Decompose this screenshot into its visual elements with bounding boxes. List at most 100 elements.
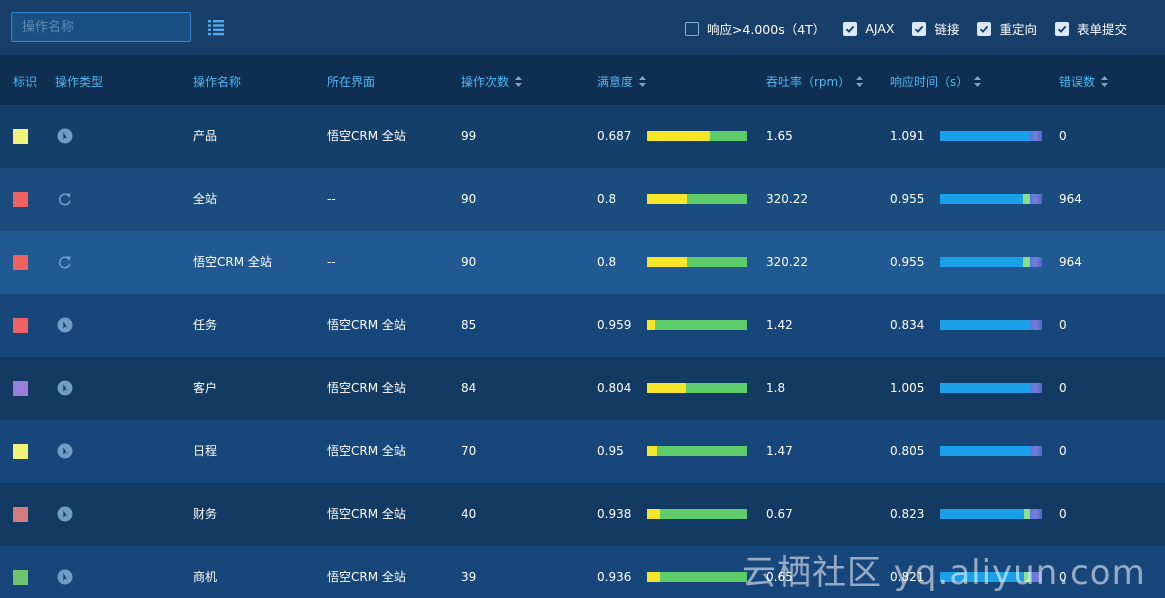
- table-row[interactable]: 客户 悟空CRM 全站 84 0.804 1.8 1.005 0: [0, 357, 1165, 420]
- operation-count: 99: [461, 129, 477, 143]
- filter-checkbox-1[interactable]: AJAX: [843, 21, 894, 36]
- apdex-value: 0.8: [597, 192, 617, 206]
- operation-name: 悟空CRM 全站: [193, 255, 272, 269]
- apdex-bar-frustrated: [647, 509, 660, 519]
- rpm-value: 320.22: [766, 192, 808, 206]
- page-name: --: [327, 255, 336, 269]
- checkbox-checked-icon[interactable]: [843, 21, 858, 36]
- apdex-bar: [647, 572, 747, 582]
- apdex-bar-satisfied: [687, 194, 747, 204]
- error-count: 964: [1059, 192, 1082, 206]
- toolbar: 响应>4.000s（4T） AJAX 链接 重定向 表单提交: [0, 0, 1165, 55]
- flag-color-swatch: [13, 255, 28, 270]
- response-time-value: 1.005: [890, 381, 925, 395]
- filter-checkbox-2[interactable]: 链接: [912, 19, 959, 38]
- response-time-bar: [940, 131, 1042, 141]
- list-view-icon[interactable]: [207, 18, 225, 36]
- error-count: 0: [1059, 507, 1067, 521]
- compass-icon: [57, 569, 73, 585]
- checkbox-checked-icon[interactable]: [977, 21, 992, 36]
- table-header: 标识 操作类型 操作名称 所在界面 操作次数 满意度 吞吐率（rpm） 响应时间…: [0, 55, 1165, 105]
- rpm-value: 1.42: [766, 318, 793, 332]
- sort-icon[interactable]: [974, 76, 982, 87]
- apdex-bar-satisfied: [660, 509, 747, 519]
- operation-name: 商机: [193, 570, 218, 584]
- column-header-response-time[interactable]: 响应时间（s）: [890, 73, 982, 90]
- sort-icon[interactable]: [1101, 76, 1109, 87]
- compass-icon: [57, 443, 73, 459]
- filter-checkbox-3[interactable]: 重定向: [977, 19, 1037, 38]
- column-header-apdex[interactable]: 满意度: [597, 73, 647, 90]
- filter-label: 重定向: [999, 22, 1037, 37]
- column-header-count[interactable]: 操作次数: [461, 73, 523, 90]
- flag-color-swatch: [13, 318, 28, 333]
- error-count: 0: [1059, 381, 1067, 395]
- table-row[interactable]: 财务 悟空CRM 全站 40 0.938 0.67 0.823 0: [0, 483, 1165, 546]
- page-name: --: [327, 192, 336, 206]
- column-header-type: 操作类型: [55, 75, 104, 89]
- checkbox-checked-icon[interactable]: [1054, 21, 1069, 36]
- apdex-bar: [647, 194, 747, 204]
- apdex-bar-frustrated: [647, 257, 687, 267]
- table-row[interactable]: 全站 -- 90 0.8 320.22 0.955 964: [0, 168, 1165, 231]
- compass-icon: [57, 380, 73, 396]
- rpm-value: 0.67: [766, 507, 793, 521]
- response-time-value: 1.091: [890, 129, 925, 143]
- filter-checkbox-4[interactable]: 表单提交: [1054, 19, 1127, 38]
- compass-icon: [57, 317, 73, 333]
- filter-label: 表单提交: [1076, 22, 1127, 37]
- response-time-value: 0.823: [890, 507, 925, 521]
- response-bar-main: [940, 320, 1030, 330]
- apdex-value: 0.8: [597, 255, 617, 269]
- response-bar-main: [940, 257, 1023, 267]
- apdex-bar-frustrated: [647, 131, 710, 141]
- response-time-bar: [940, 446, 1042, 456]
- operation-count: 84: [461, 381, 477, 395]
- rpm-value: 1.65: [766, 129, 793, 143]
- checkbox-checked-icon[interactable]: [912, 21, 927, 36]
- operation-name-search-input[interactable]: [11, 12, 191, 42]
- operation-count: 90: [461, 255, 477, 269]
- table-row[interactable]: 日程 悟空CRM 全站 70 0.95 1.47 0.805 0: [0, 420, 1165, 483]
- column-header-name: 操作名称: [193, 75, 242, 89]
- rpm-value: 1.8: [766, 381, 786, 395]
- page-name: 悟空CRM 全站: [327, 444, 406, 458]
- watermark: 云栖社区 yq.aliyun.com: [742, 553, 1146, 593]
- column-header-errors[interactable]: 错误数: [1059, 73, 1109, 90]
- response-bar-tail: [1030, 320, 1042, 330]
- checkbox-unchecked-icon[interactable]: [684, 21, 699, 36]
- filter-checkbox-0[interactable]: 响应>4.000s（4T）: [684, 19, 825, 38]
- response-time-value: 0.955: [890, 255, 925, 269]
- apdex-value: 0.959: [597, 318, 632, 332]
- response-bar-tail: [1030, 446, 1042, 456]
- apdex-bar-frustrated: [647, 572, 660, 582]
- column-header-rpm[interactable]: 吞吐率（rpm）: [766, 73, 864, 90]
- operations-table-body: 产品 悟空CRM 全站 99 0.687 1.65 1.091 0 全站 -- 90 0.8 320.…: [0, 105, 1165, 598]
- response-time-bar: [940, 194, 1042, 204]
- apdex-bar-satisfied: [657, 446, 747, 456]
- table-row[interactable]: 任务 悟空CRM 全站 85 0.959 1.42 0.834 0: [0, 294, 1165, 357]
- table-row[interactable]: 产品 悟空CRM 全站 99 0.687 1.65 1.091 0: [0, 105, 1165, 168]
- sort-icon[interactable]: [515, 76, 523, 87]
- rpm-value: 1.47: [766, 444, 793, 458]
- sort-icon[interactable]: [856, 76, 864, 87]
- operation-name: 财务: [193, 507, 218, 521]
- refresh-icon: [57, 254, 73, 270]
- operation-count: 90: [461, 192, 477, 206]
- error-count: 0: [1059, 129, 1067, 143]
- flag-color-swatch: [13, 129, 28, 144]
- sort-icon[interactable]: [639, 76, 647, 87]
- error-count: 964: [1059, 255, 1082, 269]
- error-count: 0: [1059, 444, 1067, 458]
- flag-color-swatch: [13, 192, 28, 207]
- page-name: 悟空CRM 全站: [327, 381, 406, 395]
- table-row[interactable]: 悟空CRM 全站 -- 90 0.8 320.22 0.955 964: [0, 231, 1165, 294]
- flag-color-swatch: [13, 444, 28, 459]
- operation-name: 产品: [193, 129, 218, 143]
- response-time-value: 0.955: [890, 192, 925, 206]
- column-header-flag: 标识: [13, 75, 38, 89]
- response-time-value: 0.834: [890, 318, 925, 332]
- response-bar-secondary: [1022, 194, 1030, 204]
- apdex-value: 0.938: [597, 507, 632, 521]
- response-bar-tail: [1030, 131, 1042, 141]
